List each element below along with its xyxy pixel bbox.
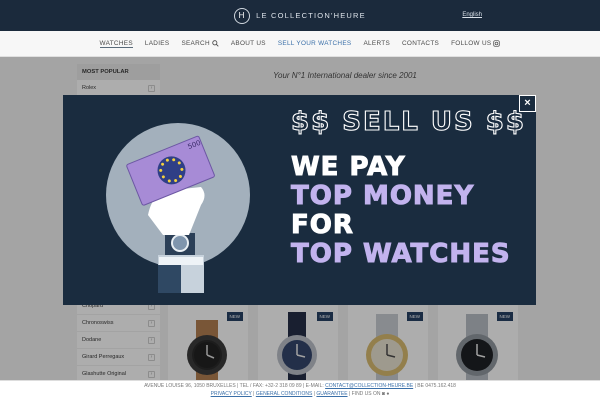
sell-promo-modal: 500 $$ SELL US $$ WE PAY TOP MONEY FOR T…	[63, 95, 536, 305]
nav-sell-your-watches[interactable]: SELL YOUR WATCHES	[278, 40, 352, 47]
nav-about-us[interactable]: ABOUT US	[231, 40, 266, 47]
nav-watches[interactable]: WATCHES	[99, 40, 133, 48]
nav-alerts[interactable]: ALERTS	[363, 40, 390, 47]
search-icon	[212, 40, 219, 47]
footer-guarantee-link[interactable]: GUARANTEE	[316, 391, 347, 397]
footer-contact-row: AVENUE LOUISE 96, 1050 BRUXELLES | TEL /…	[0, 383, 600, 389]
footer-conditions-link[interactable]: GENERAL CONDITIONS	[256, 391, 313, 397]
language-switch[interactable]: English	[462, 12, 482, 18]
footer-privacy-link[interactable]: PRIVACY POLICY	[211, 391, 252, 397]
footer-address: AVENUE LOUISE 96, 1050 BRUXELLES | TEL /…	[144, 383, 324, 389]
footer-vat: | BE 0475.162.418	[414, 383, 456, 389]
footer-links-row: PRIVACY POLICY | GENERAL CONDITIONS | GU…	[210, 391, 390, 397]
modal-headline: $$ SELL US $$	[290, 106, 526, 137]
instagram-icon[interactable]: ◙	[382, 391, 385, 397]
site-logo[interactable]: H LE COLLECTION'HEURE	[234, 7, 366, 24]
footer-find-us: FIND US ON	[351, 391, 381, 397]
modal-line-for: FOR	[291, 210, 354, 241]
modal-line-top-money: TOP MONEY	[290, 181, 475, 212]
nav-ladies[interactable]: LADIES	[145, 40, 170, 47]
main-nav: WATCHES LADIES SEARCH ABOUT US SELL YOUR…	[0, 31, 600, 57]
logo-mark-icon: H	[234, 7, 251, 24]
site-footer: AVENUE LOUISE 96, 1050 BRUXELLES | TEL /…	[0, 380, 600, 400]
nav-follow-us-label: FOLLOW US	[451, 40, 492, 47]
modal-line-top-watches: TOP WATCHES	[291, 239, 511, 270]
logo-text: LE COLLECTION'HEURE	[256, 11, 366, 20]
nav-search[interactable]: SEARCH	[181, 40, 219, 47]
nav-contacts[interactable]: CONTACTS	[402, 40, 439, 47]
modal-line-we-pay: WE PAY	[291, 152, 406, 183]
nav-search-label: SEARCH	[181, 40, 210, 47]
top-bar: H LE COLLECTION'HEURE English	[0, 0, 600, 31]
modal-close-button[interactable]: ×	[519, 95, 536, 112]
nav-follow-us[interactable]: FOLLOW US	[451, 40, 501, 47]
footer-email-link[interactable]: CONTACT@COLLECTION-HEURE.BE	[325, 383, 413, 389]
facebook-icon[interactable]: ●	[386, 391, 389, 397]
hand-holding-banknote-illustration: 500	[106, 123, 250, 293]
instagram-icon	[493, 40, 501, 47]
